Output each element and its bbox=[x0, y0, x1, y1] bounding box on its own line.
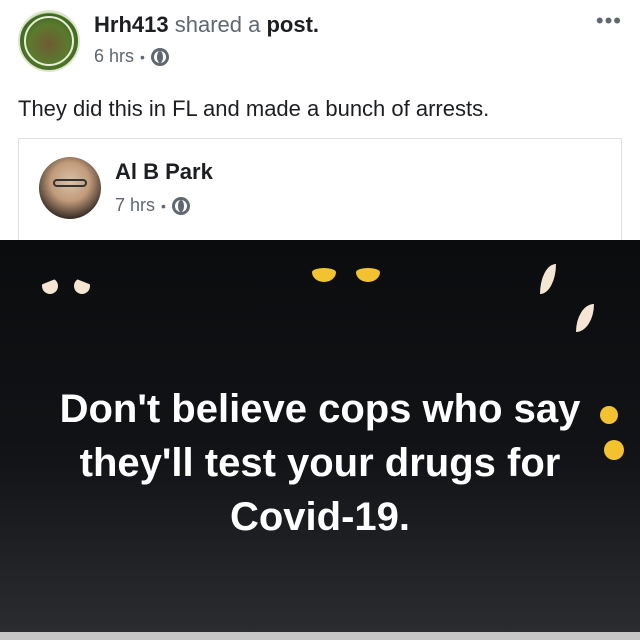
headline-line-2: they'll test your drugs for bbox=[79, 441, 561, 485]
eye-left-2 bbox=[74, 278, 90, 294]
action-text: shared a bbox=[174, 12, 261, 37]
post-image[interactable]: Don't believe cops who say they'll test … bbox=[0, 240, 640, 632]
post-meta: 6 hrs • bbox=[94, 46, 169, 67]
globe-icon bbox=[171, 196, 190, 215]
more-options-button[interactable]: ••• bbox=[596, 8, 622, 34]
shared-post-time[interactable]: 7 hrs bbox=[115, 195, 155, 216]
bottom-bar bbox=[0, 632, 640, 640]
globe-icon bbox=[150, 47, 169, 66]
post-header: Hrh413 shared a post. 6 hrs • ••• bbox=[0, 0, 640, 82]
meta-separator: • bbox=[161, 197, 166, 214]
author-name[interactable]: Hrh413 bbox=[94, 12, 169, 37]
glasses-shape bbox=[53, 179, 87, 187]
avatar[interactable] bbox=[39, 157, 101, 219]
meta-separator: • bbox=[140, 48, 145, 65]
shared-author-name[interactable]: Al B Park bbox=[115, 159, 213, 185]
image-headline: Don't believe cops who say they'll test … bbox=[10, 382, 630, 544]
post-time[interactable]: 6 hrs bbox=[94, 46, 134, 67]
eye-top-1 bbox=[312, 268, 336, 282]
eye-right-1 bbox=[540, 264, 556, 294]
action-target[interactable]: post. bbox=[266, 12, 319, 37]
headline-line-3: Covid-19. bbox=[229, 495, 411, 539]
post-text: They did this in FL and made a bunch of … bbox=[18, 96, 490, 121]
author-line: Hrh413 shared a post. bbox=[94, 12, 319, 38]
headline-line-1: Don't believe cops who say bbox=[59, 387, 581, 431]
shared-post-meta: 7 hrs • bbox=[115, 195, 190, 216]
eye-right-2 bbox=[576, 304, 594, 332]
avatar-ring bbox=[24, 16, 74, 66]
avatar[interactable] bbox=[18, 10, 80, 72]
shared-post-card[interactable]: Al B Park 7 hrs • bbox=[18, 138, 622, 242]
eye-left-1 bbox=[42, 278, 58, 294]
eye-top-2 bbox=[356, 268, 380, 282]
